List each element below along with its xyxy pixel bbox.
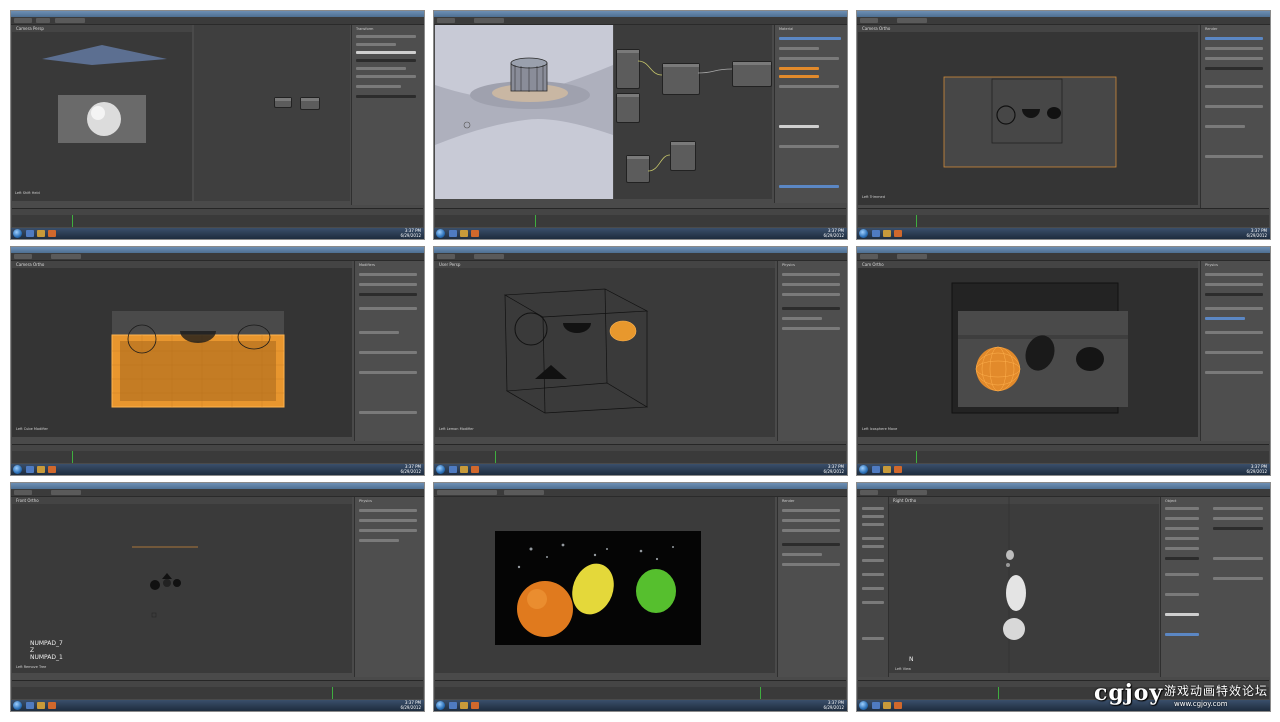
properties-panel[interactable]: Physics <box>1200 261 1270 441</box>
screenshot-panel-1: Camera Persp Left Shift Held Transform 3… <box>10 10 425 240</box>
start-button-icon[interactable] <box>436 701 445 710</box>
properties-panel[interactable]: Object <box>1160 497 1270 677</box>
viewport-status: Left Remove Tree <box>16 665 47 669</box>
screenshot-panel-2: Material 3:37 PM 6/29/2012 <box>433 10 848 240</box>
scene-render <box>132 546 198 618</box>
scene-render <box>111 311 285 408</box>
node-editor[interactable] <box>614 25 772 199</box>
menu-bar[interactable] <box>857 489 1270 497</box>
start-button-icon[interactable] <box>859 701 868 710</box>
properties-panel[interactable]: Render <box>777 497 847 677</box>
viewport-status: Left Shift Held <box>15 191 40 195</box>
menu-bar[interactable] <box>11 489 424 497</box>
start-button-icon[interactable] <box>436 465 445 474</box>
menu-bar[interactable] <box>434 489 847 497</box>
properties-panel[interactable]: Render <box>1200 25 1270 209</box>
viewport-status: Left View <box>895 667 912 671</box>
watermark-url: www.cgjoy.com <box>1174 700 1228 708</box>
taskbar-clock[interactable]: 3:37 PM 6/29/2012 <box>1246 228 1267 238</box>
timeline[interactable] <box>12 444 423 463</box>
tool-shelf[interactable] <box>858 497 889 677</box>
windows-taskbar[interactable]: 3:37 PM 6/29/2012 <box>434 228 847 239</box>
properties-panel[interactable]: Physics <box>354 497 424 677</box>
menu-bar[interactable] <box>434 17 847 25</box>
properties-panel[interactable]: Material <box>774 25 847 203</box>
screenshot-panel-6: Cam Ortho Left Icosphere Move Physics 3:… <box>856 246 1271 476</box>
rendered-fruit-image <box>495 531 701 645</box>
viewport-status: Left Lemon Modifier <box>439 427 474 431</box>
3d-viewport[interactable]: Cam Ortho Left Icosphere Move <box>858 261 1198 437</box>
taskbar-clock[interactable]: 3:37 PM 6/29/2012 <box>823 228 844 238</box>
scene-render <box>943 76 1117 168</box>
viewport-status: Left Trimmed <box>862 195 885 199</box>
windows-taskbar[interactable]: 3:37 PM 6/29/2012 <box>11 464 424 475</box>
menu-bar[interactable] <box>11 17 424 25</box>
3d-viewport[interactable]: Camera Ortho Left Cube Modifier <box>12 261 352 437</box>
screenshot-panel-3: Camera Ortho Left Trimmed Render 3:37 PM… <box>856 10 1271 240</box>
taskbar-clock[interactable]: 3:37 PM 6/29/2012 <box>823 700 844 710</box>
screenshot-panel-9: Right Ortho N Left View Object <box>856 482 1271 712</box>
watermark-logo: cgjoy <box>1094 680 1164 706</box>
3d-viewport[interactable]: Camera Persp Left Shift Held <box>12 25 192 201</box>
taskbar-clock[interactable]: 3:37 PM 6/29/2012 <box>400 228 421 238</box>
taskbar-clock[interactable]: 3:37 PM 6/29/2012 <box>823 464 844 474</box>
key-overlay-n: N <box>909 656 914 663</box>
menu-bar[interactable] <box>11 253 424 261</box>
start-button-icon[interactable] <box>13 229 22 238</box>
scene-render <box>503 288 649 414</box>
menu-bar[interactable] <box>857 17 1270 25</box>
windows-taskbar[interactable]: 3:37 PM 6/29/2012 <box>11 700 424 711</box>
taskbar-clock[interactable]: 3:37 PM 6/29/2012 <box>1246 464 1267 474</box>
windows-taskbar[interactable]: 3:37 PM 6/29/2012 <box>11 228 424 239</box>
3d-viewport[interactable]: Front Ortho NUMPAD_7 Z NUMPAD_1 Left Rem… <box>12 497 352 673</box>
scene-render <box>435 25 613 199</box>
start-button-icon[interactable] <box>859 229 868 238</box>
viewport-status: Left Icosphere Move <box>862 427 898 431</box>
screenshot-panel-8: Render 3:37 PM 6/29/2012 <box>433 482 848 712</box>
watermark: cgjoy 游戏动画特效论坛 www.cgjoy.com <box>1094 680 1272 716</box>
timeline[interactable] <box>12 680 423 699</box>
3d-viewport[interactable]: Right Ortho N Left View <box>889 497 1159 673</box>
render-result-viewer[interactable] <box>435 497 775 673</box>
start-button-icon[interactable] <box>859 465 868 474</box>
taskbar-clock[interactable]: 3:37 PM 6/29/2012 <box>400 700 421 710</box>
windows-taskbar[interactable]: 3:37 PM 6/29/2012 <box>434 700 847 711</box>
3d-viewport[interactable] <box>435 25 613 199</box>
start-button-icon[interactable] <box>436 229 445 238</box>
windows-taskbar[interactable]: 3:37 PM 6/29/2012 <box>434 464 847 475</box>
properties-panel[interactable]: Transform <box>351 25 424 205</box>
windows-taskbar[interactable]: 3:37 PM 6/29/2012 <box>857 228 1270 239</box>
timeline[interactable] <box>12 208 423 227</box>
menu-bar[interactable] <box>857 253 1270 261</box>
3d-viewport[interactable]: Camera Ortho Left Trimmed <box>858 25 1198 205</box>
3d-viewport[interactable]: User Persp Left Lemon Modifier <box>435 261 775 437</box>
taskbar-clock[interactable]: 3:37 PM 6/29/2012 <box>400 464 421 474</box>
screenshot-panel-4: Camera Ortho Left Cube Modifier Modifier… <box>10 246 425 476</box>
watermark-chinese-text: 游戏动画特效论坛 <box>1164 684 1269 698</box>
key-overlay-1: NUMPAD_7 <box>30 640 63 647</box>
viewport-status: Left Cube Modifier <box>16 427 48 431</box>
menu-bar[interactable] <box>434 253 847 261</box>
start-button-icon[interactable] <box>13 701 22 710</box>
node-editor[interactable] <box>194 25 350 201</box>
screenshot-panel-7: Front Ortho NUMPAD_7 Z NUMPAD_1 Left Rem… <box>10 482 425 712</box>
scene-render <box>951 282 1128 414</box>
scene-render <box>1003 497 1026 673</box>
start-button-icon[interactable] <box>13 465 22 474</box>
properties-panel[interactable]: Physics <box>777 261 847 441</box>
timeline[interactable] <box>858 208 1269 227</box>
windows-taskbar[interactable]: 3:37 PM 6/29/2012 <box>857 464 1270 475</box>
timeline[interactable] <box>858 444 1269 463</box>
key-overlay-3: NUMPAD_1 <box>30 654 63 661</box>
screenshot-panel-5: User Persp Left Lemon Modifier Physics 3… <box>433 246 848 476</box>
scene-render <box>42 45 167 143</box>
timeline[interactable] <box>435 208 846 227</box>
timeline[interactable] <box>435 680 846 699</box>
timeline[interactable] <box>435 444 846 463</box>
properties-panel[interactable]: Modifiers <box>354 261 424 441</box>
